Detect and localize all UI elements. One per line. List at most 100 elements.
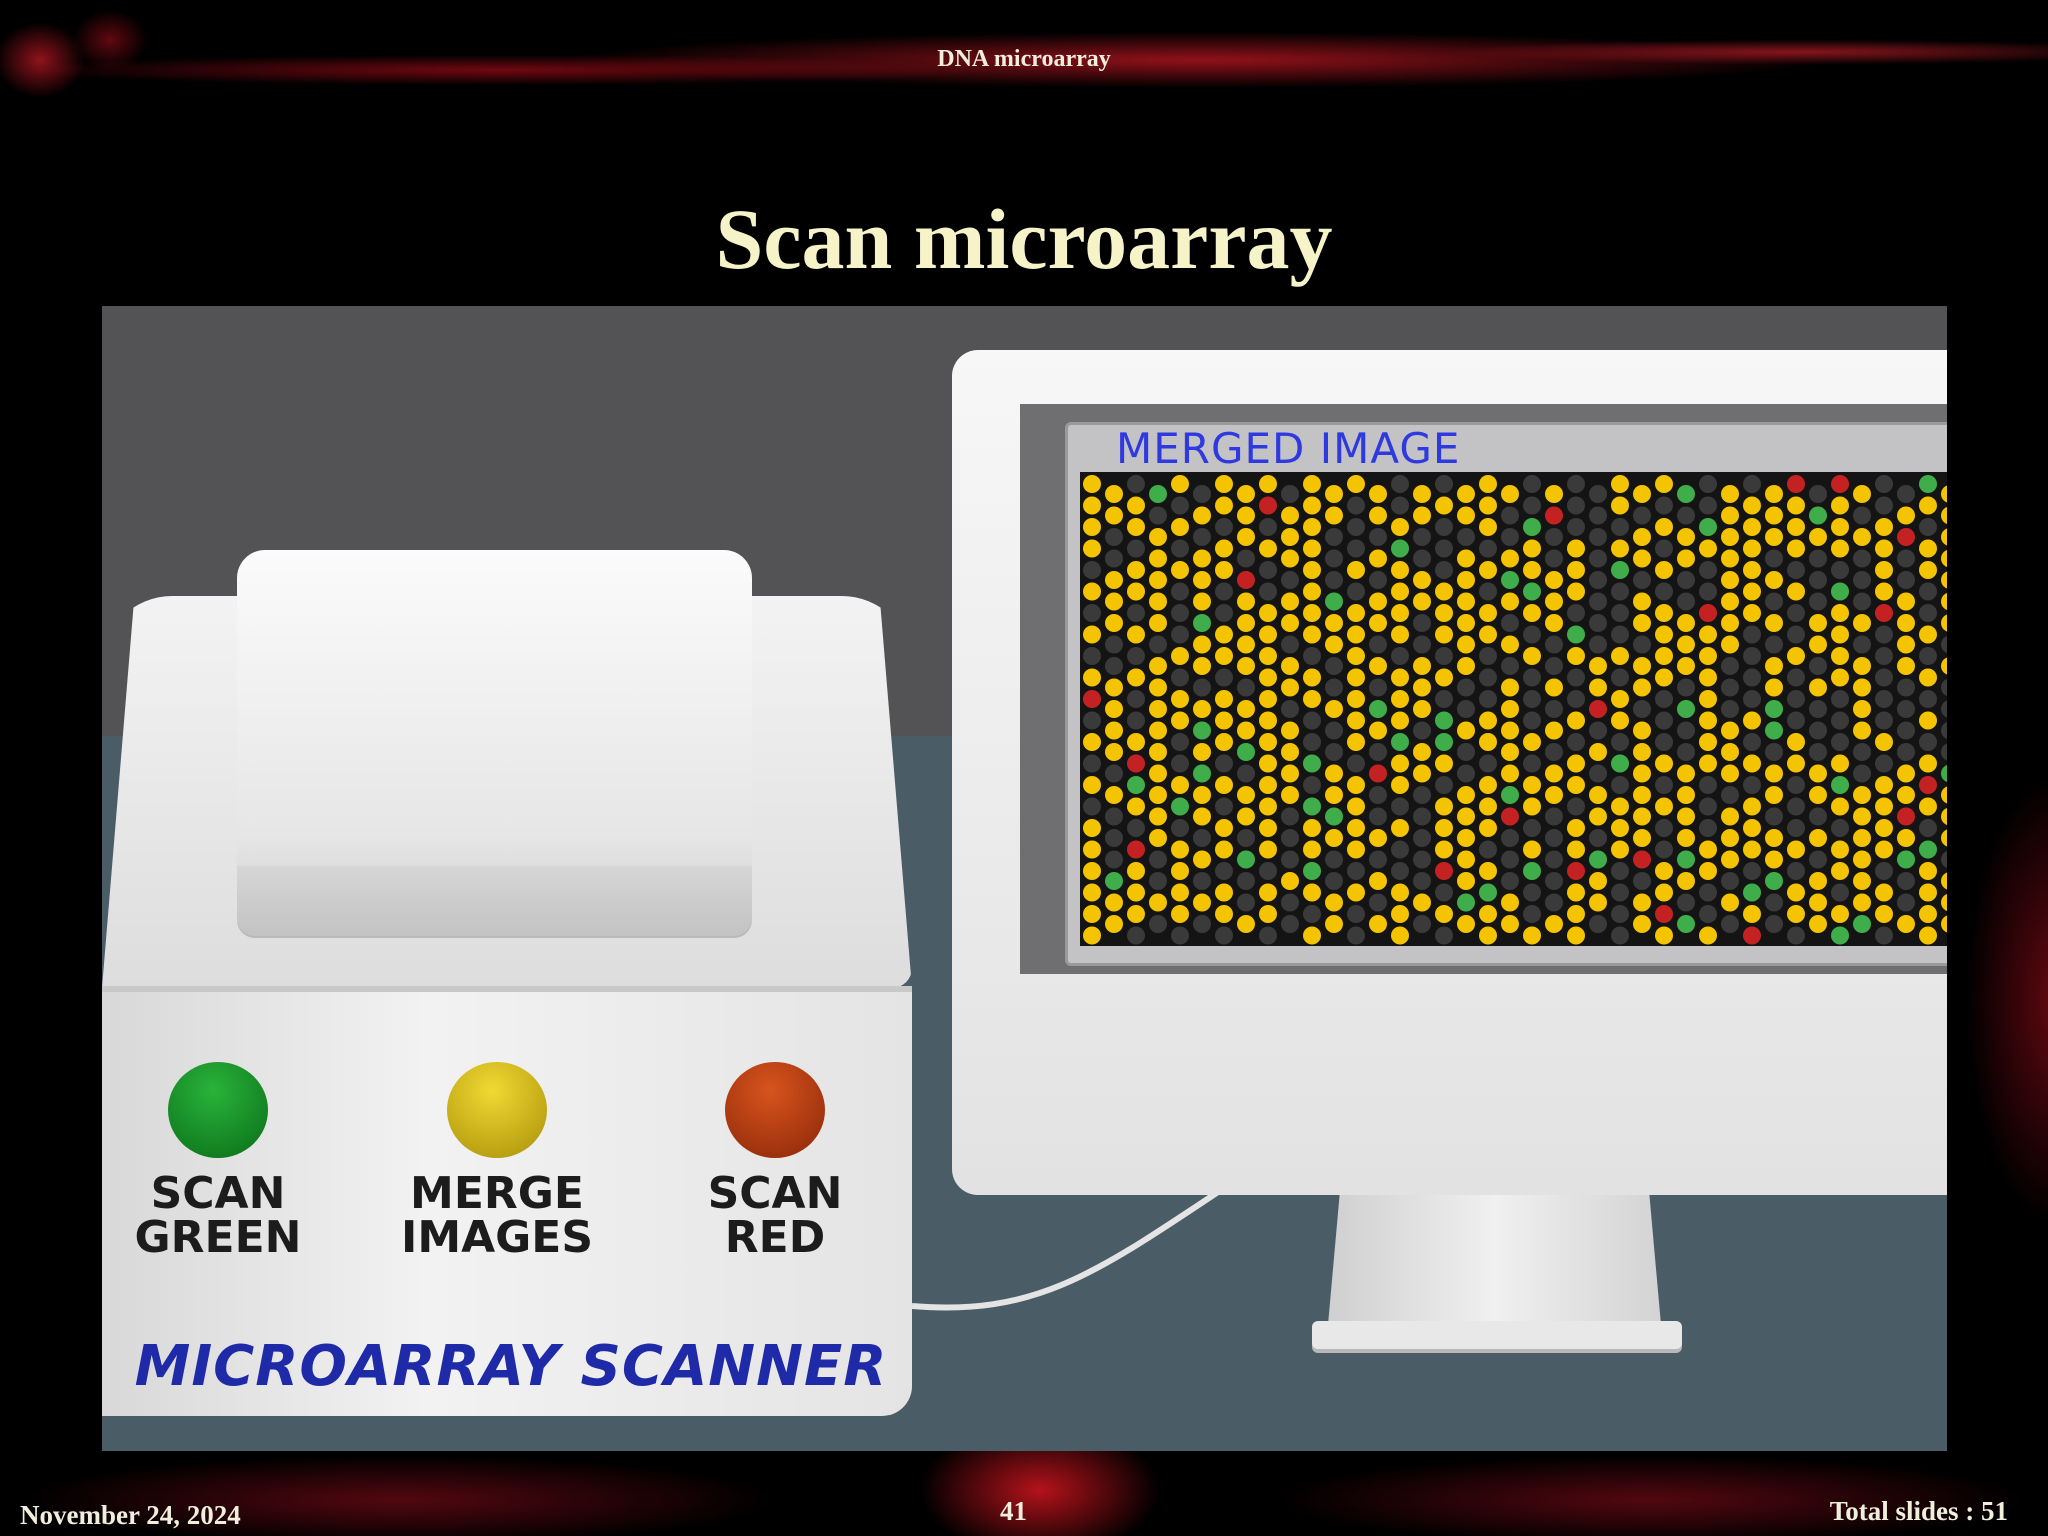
microarray-spot — [1545, 549, 1563, 568]
microarray-spot — [1105, 850, 1123, 869]
microarray-spot — [1281, 872, 1299, 890]
microarray-spot — [1567, 733, 1585, 751]
microarray-spot — [1809, 893, 1827, 912]
microarray-spot — [1545, 893, 1563, 912]
microarray-spot — [1171, 604, 1189, 622]
microarray-spot — [1809, 743, 1827, 761]
microarray-spot — [1831, 518, 1849, 536]
microarray-spot — [1831, 711, 1849, 730]
microarray-spot — [1699, 625, 1717, 644]
microarray-spot — [1105, 614, 1123, 632]
microarray-spot — [1875, 539, 1893, 558]
illustration-panel: MERGED IMAGE SCAN GREEN MERGE IMAGES SCA… — [102, 306, 1947, 1451]
microarray-spot — [1391, 604, 1409, 622]
microarray-spot — [1303, 733, 1321, 751]
microarray-spot — [1897, 614, 1915, 632]
microarray-spot — [1281, 700, 1299, 718]
microarray-spot — [1523, 862, 1541, 880]
microarray-spot — [1941, 894, 1947, 911]
microarray-spot — [1413, 700, 1431, 718]
microarray-spot — [1765, 485, 1783, 503]
microarray-spot — [1721, 657, 1739, 675]
microarray-spot — [1457, 678, 1475, 697]
microarray-spot — [1237, 764, 1255, 783]
microarray-spot — [1831, 475, 1849, 493]
microarray-spot — [1149, 829, 1167, 847]
microarray-spot — [1391, 625, 1409, 644]
microarray-spot — [1941, 808, 1947, 825]
microarray-spot — [1105, 829, 1123, 847]
microarray-spot — [1259, 668, 1277, 687]
microarray-spot — [1919, 647, 1937, 665]
microarray-spot — [1567, 905, 1585, 923]
microarray-spot — [1105, 592, 1123, 611]
microarray-spot — [1105, 657, 1123, 675]
microarray-spot — [1237, 657, 1255, 675]
microarray-spot — [1237, 678, 1255, 697]
microarray-spot — [1325, 850, 1343, 869]
microarray-spot — [1215, 733, 1233, 751]
microarray-spot — [1611, 647, 1629, 665]
microarray-spot — [1633, 915, 1651, 933]
microarray-spot — [1677, 743, 1695, 761]
microarray-spot — [1391, 668, 1409, 687]
microarray-spot — [1897, 678, 1915, 697]
microarray-spot — [1897, 700, 1915, 718]
microarray-spot — [1875, 647, 1893, 665]
microarray-spot — [1281, 657, 1299, 675]
microarray-spot — [1171, 883, 1189, 902]
microarray-spot — [1193, 829, 1211, 847]
microarray-spot — [1083, 840, 1101, 859]
microarray-spot — [1171, 776, 1189, 794]
microarray-spot — [1105, 786, 1123, 804]
microarray-spot — [1677, 528, 1695, 546]
microarray-spot — [1611, 905, 1629, 923]
microarray-spot — [1721, 700, 1739, 718]
microarray-spot — [1655, 905, 1673, 923]
microarray-spot — [1853, 807, 1871, 826]
microarray-spot — [1677, 786, 1695, 804]
microarray-spot — [1281, 721, 1299, 740]
microarray-spot — [1347, 711, 1365, 730]
microarray-spot — [1105, 872, 1123, 890]
microarray-spot — [1897, 657, 1915, 675]
microarray-spot — [1831, 582, 1849, 601]
microarray-spot — [1919, 776, 1937, 794]
microarray-spot — [1545, 700, 1563, 718]
microarray-spot — [1325, 786, 1343, 804]
monitor-foot — [1312, 1321, 1682, 1349]
microarray-spot — [1897, 764, 1915, 783]
microarray-spot — [1259, 647, 1277, 665]
microarray-spot — [1435, 905, 1453, 923]
microarray-spot — [1919, 711, 1937, 730]
microarray-spot — [1633, 657, 1651, 675]
microarray-spot — [1369, 506, 1387, 525]
microarray-spot — [1721, 485, 1739, 503]
microarray-spot — [1369, 893, 1387, 912]
scan-red-button[interactable] — [725, 1062, 825, 1158]
microarray-spot — [1303, 496, 1321, 515]
microarray-spot — [1347, 926, 1365, 945]
microarray-spot — [1897, 485, 1915, 503]
microarray-spot — [1281, 506, 1299, 525]
microarray-spot — [1413, 786, 1431, 804]
microarray-spot — [1303, 647, 1321, 665]
microarray-spot — [1083, 862, 1101, 880]
microarray-spot — [1347, 819, 1365, 837]
microarray-spot — [1875, 604, 1893, 622]
microarray-spot — [1303, 754, 1321, 773]
microarray-spot — [1501, 678, 1519, 697]
microarray-spot — [1171, 561, 1189, 579]
microarray-spot — [1501, 700, 1519, 718]
microarray-spot — [1523, 690, 1541, 708]
scan-green-button[interactable] — [168, 1062, 268, 1158]
microarray-spot — [1237, 743, 1255, 761]
microarray-spot — [1897, 743, 1915, 761]
merge-images-button[interactable] — [447, 1062, 547, 1158]
microarray-spot — [1655, 475, 1673, 493]
microarray-spot — [1501, 893, 1519, 912]
microarray-spot — [1787, 625, 1805, 644]
microarray-spot — [1677, 915, 1695, 933]
microarray-spot — [1589, 592, 1607, 611]
microarray-spot — [1325, 743, 1343, 761]
